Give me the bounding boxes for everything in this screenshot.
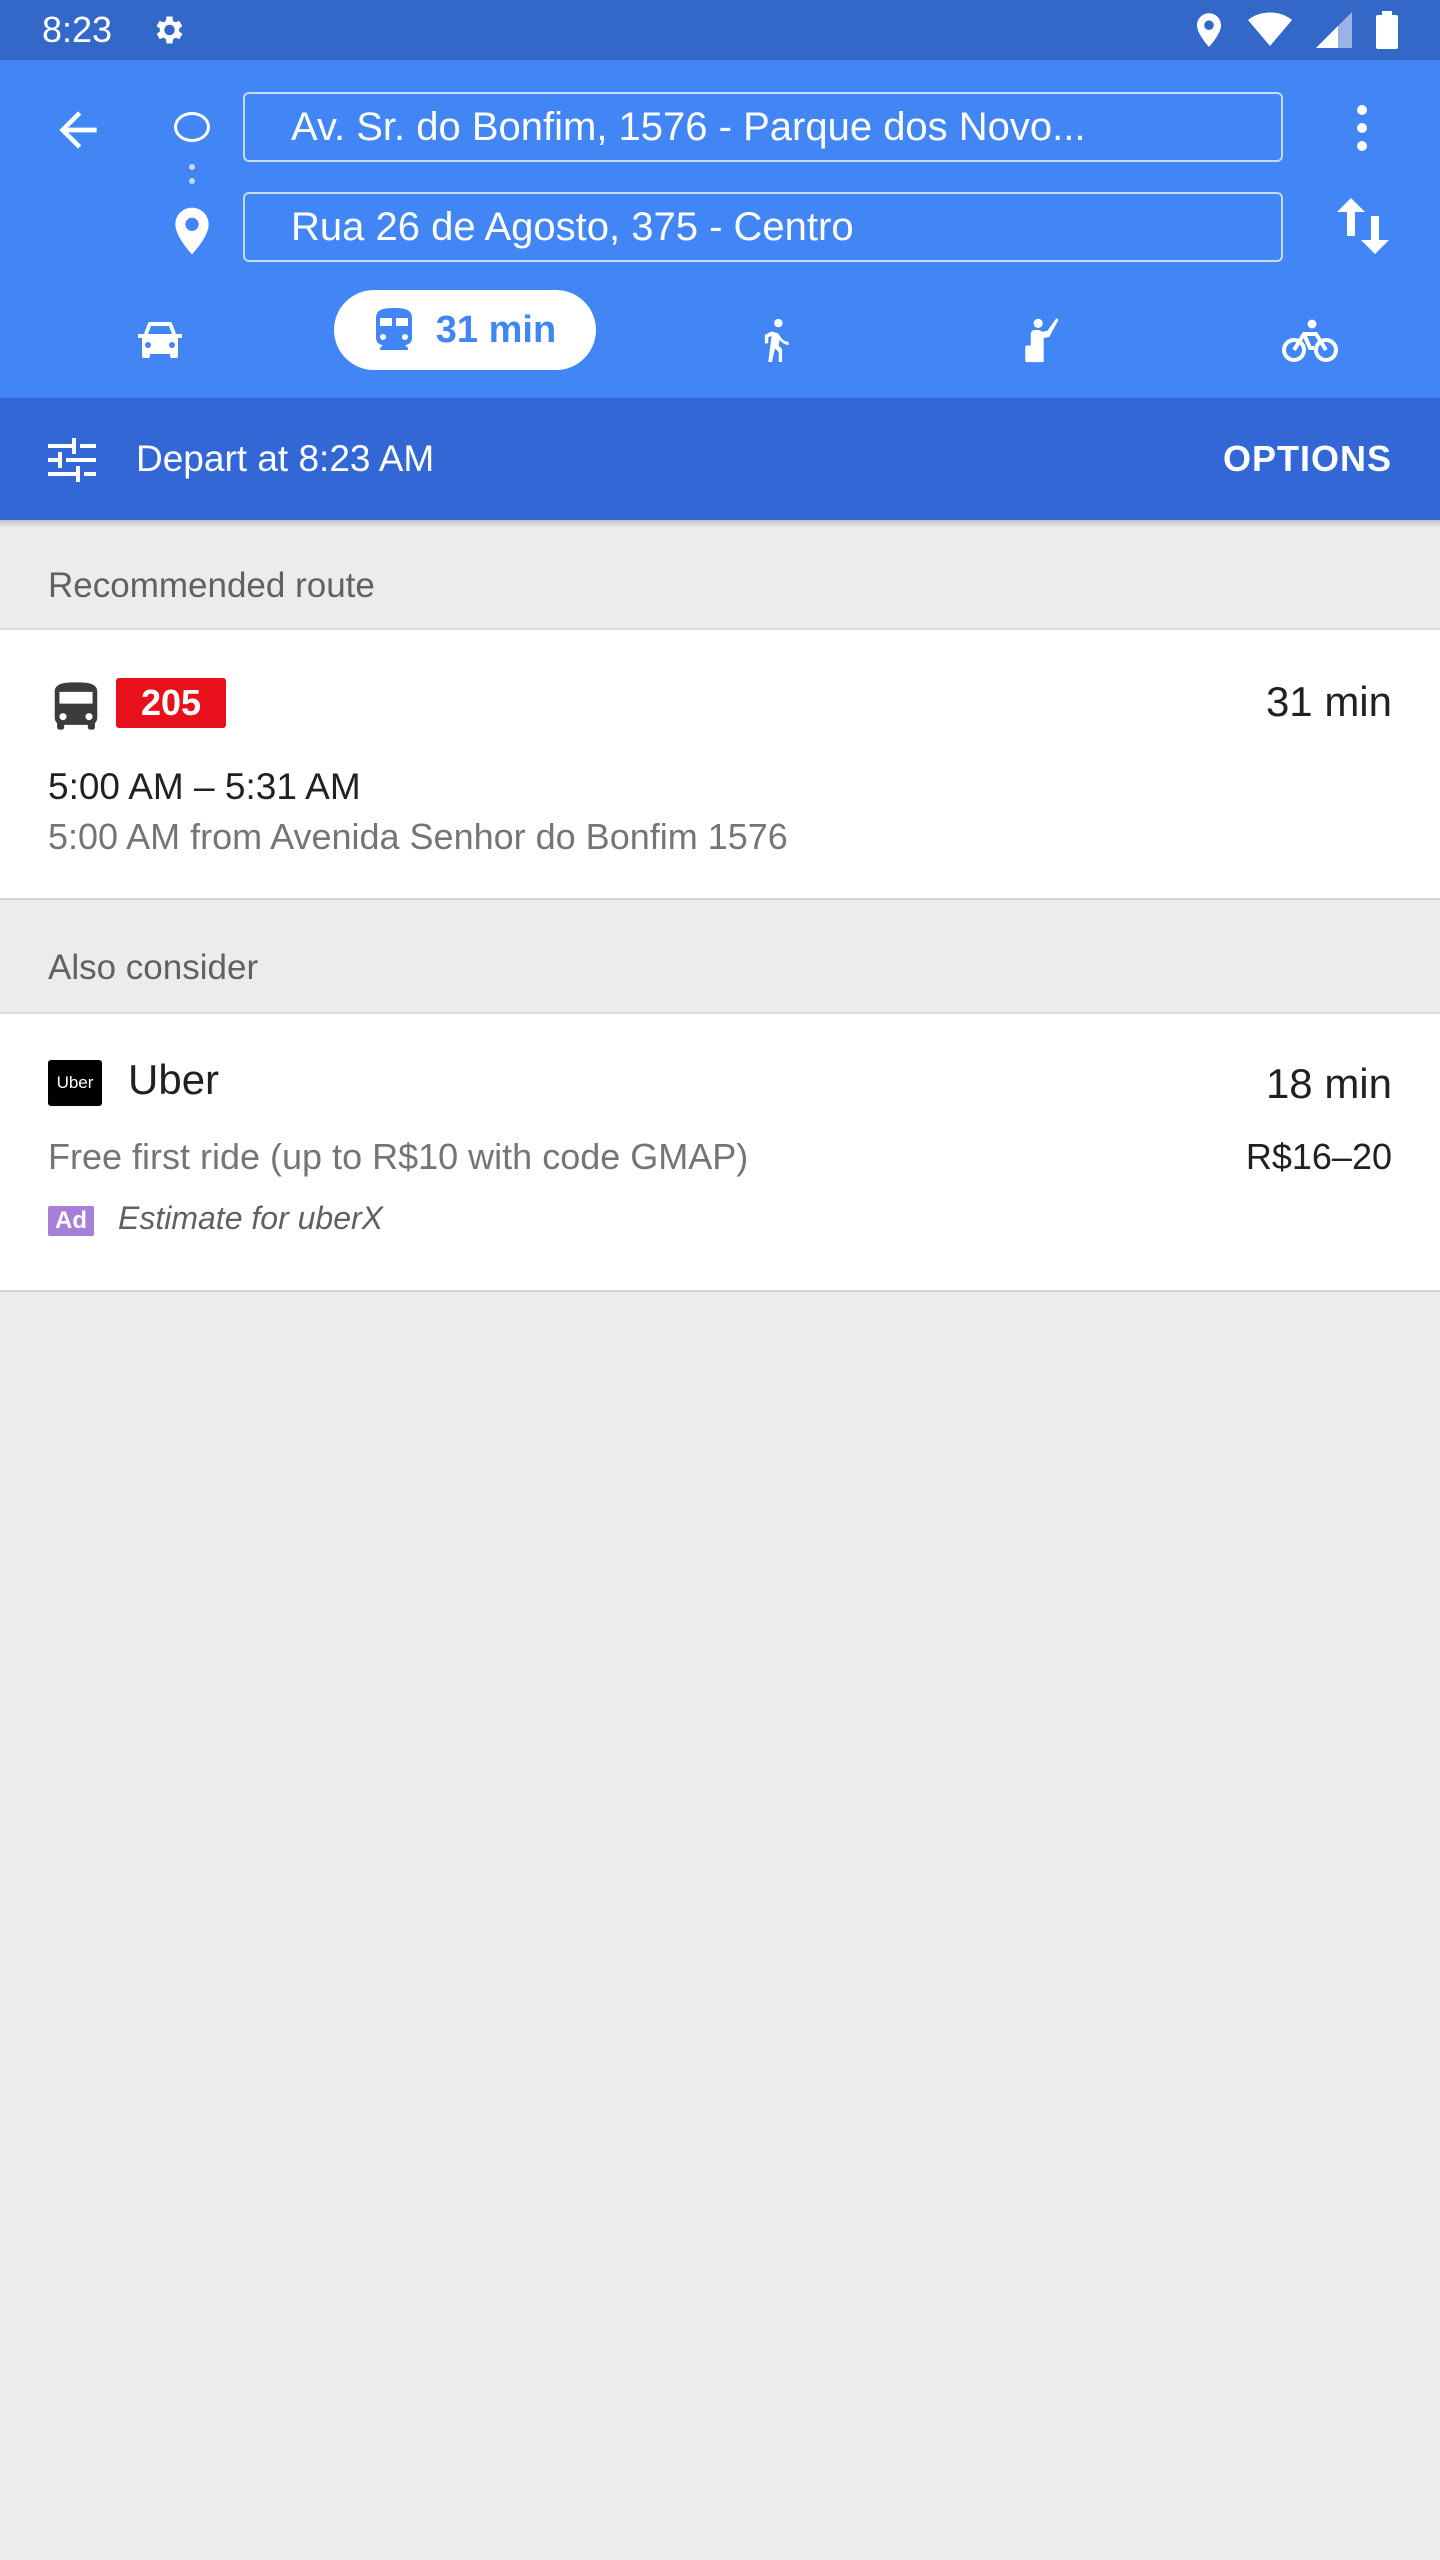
tune-settings-icon[interactable]: [48, 438, 96, 482]
uber-provider-name: Uber: [128, 1056, 220, 1103]
train-icon: [375, 308, 412, 350]
mode-walking[interactable]: [735, 290, 815, 390]
bus-icon: [54, 682, 98, 730]
walking-icon: [764, 318, 789, 362]
transit-duration-label: 31 min: [435, 308, 557, 351]
mode-driving[interactable]: [120, 290, 200, 390]
destination-field[interactable]: Rua 26 de Agosto, 375 - Centro: [243, 192, 1283, 262]
destination-pin-icon: [175, 207, 209, 255]
travel-mode-bar: 31 min: [0, 290, 1440, 390]
uber-logo: Uber: [48, 1060, 102, 1106]
status-time: 8:23: [42, 9, 113, 50]
mode-ride-service[interactable]: [1000, 290, 1080, 390]
route-time-range: 5:00 AM – 5:31 AM: [48, 766, 361, 807]
origin-circle-icon: [174, 112, 210, 142]
depart-bar: Depart at 8:23 AM OPTIONS: [0, 398, 1440, 520]
status-bar: 8:23: [0, 0, 1440, 60]
car-icon: [138, 321, 182, 358]
route-dots-icon: [189, 164, 195, 200]
route-departure-info: 5:00 AM from Avenida Senhor do Bonfim 15…: [48, 816, 788, 857]
ride-hailing-icon: [1025, 317, 1059, 363]
origin-field[interactable]: Av. Sr. do Bonfim, 1576 - Parque dos Nov…: [243, 92, 1283, 162]
more-options-icon[interactable]: [1342, 98, 1382, 158]
location-icon: [1197, 13, 1221, 47]
settings-gear-icon: [156, 16, 183, 44]
uber-estimate-note: Estimate for uberX: [118, 1200, 383, 1236]
back-arrow-icon[interactable]: [50, 102, 106, 158]
recommended-route-card[interactable]: 205 31 min 5:00 AM – 5:31 AM 5:00 AM fro…: [0, 628, 1440, 900]
route-duration: 31 min: [1265, 678, 1392, 725]
uber-duration: 18 min: [1265, 1060, 1392, 1107]
ad-badge: Ad: [48, 1206, 94, 1236]
recommended-route-heading: Recommended route: [48, 566, 375, 605]
also-consider-heading: Also consider: [48, 948, 259, 987]
uber-price-range: R$16–20: [1245, 1136, 1392, 1177]
swap-directions-icon[interactable]: [1335, 194, 1391, 258]
bicycle-icon: [1282, 319, 1338, 362]
uber-option-card[interactable]: Uber Uber 18 min Free first ride (up to …: [0, 1012, 1440, 1292]
mode-transit[interactable]: 31 min: [334, 290, 596, 370]
directions-header: Av. Sr. do Bonfim, 1576 - Parque dos Nov…: [0, 60, 1440, 398]
mode-cycling[interactable]: [1270, 290, 1350, 390]
depart-time-label[interactable]: Depart at 8:23 AM: [136, 438, 434, 480]
signal-icon: [1316, 12, 1352, 48]
battery-icon: [1376, 11, 1398, 49]
route-line-badge: 205: [116, 678, 226, 728]
options-button[interactable]: OPTIONS: [1223, 438, 1392, 480]
wifi-icon: [1248, 12, 1292, 46]
depart-bar-shadow: [0, 520, 1440, 528]
uber-promo-text: Free first ride (up to R$10 with code GM…: [48, 1136, 749, 1177]
